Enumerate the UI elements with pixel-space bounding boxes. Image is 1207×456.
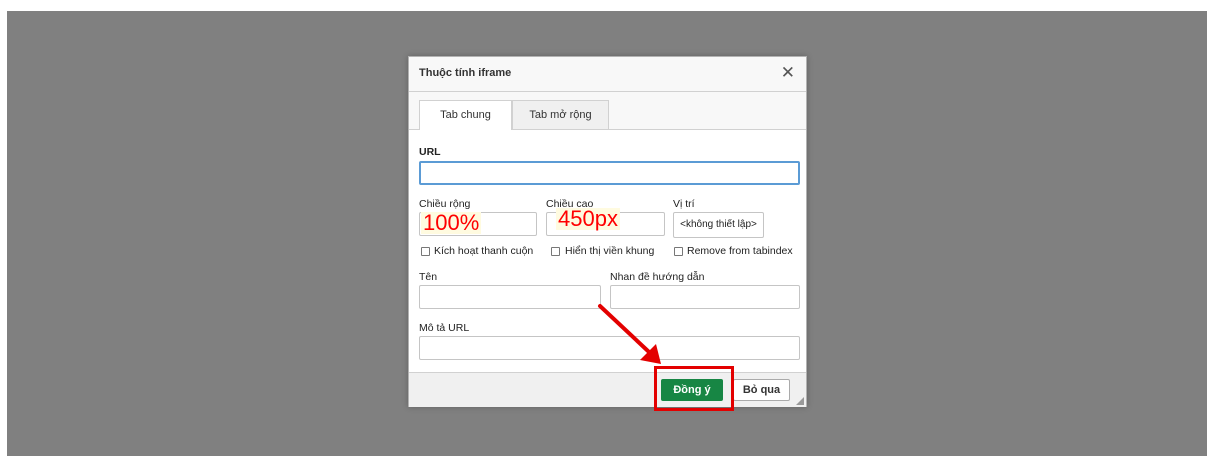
annotation-arrow-shaft <box>598 304 651 354</box>
annotation-arrow <box>598 304 661 364</box>
ok-button-highlight <box>654 366 734 411</box>
